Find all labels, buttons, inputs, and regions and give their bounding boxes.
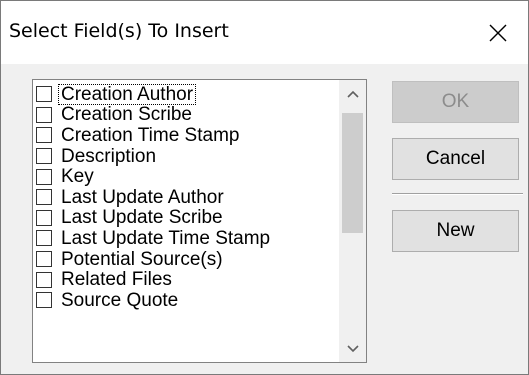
list-item[interactable]: Last Update Time Stamp — [33, 228, 338, 249]
list-item[interactable]: Related Files — [33, 269, 338, 290]
list-item[interactable]: Description — [33, 146, 338, 167]
field-listbox[interactable]: Creation Author Creation Scribe Creation… — [32, 79, 367, 363]
ok-button[interactable]: OK — [392, 81, 519, 123]
checkbox[interactable] — [36, 106, 52, 123]
list-item[interactable]: Creation Time Stamp — [33, 125, 338, 146]
chevron-up-icon — [346, 85, 359, 103]
list-item[interactable]: Creation Author — [33, 83, 338, 105]
checkbox[interactable] — [36, 292, 52, 309]
checkbox[interactable] — [36, 86, 52, 103]
list-item-label: Related Files — [61, 269, 172, 291]
checkbox[interactable] — [36, 168, 52, 185]
checkbox[interactable] — [36, 230, 52, 247]
close-button[interactable] — [468, 1, 528, 64]
title-bar: Select Field(s) To Insert — [1, 1, 528, 64]
list-item-label: Creation Scribe — [61, 104, 192, 126]
list-item[interactable]: Last Update Author — [33, 187, 338, 208]
scroll-down-button[interactable] — [339, 335, 366, 362]
field-list: Creation Author Creation Scribe Creation… — [33, 83, 338, 311]
list-item-label: Source Quote — [61, 289, 179, 311]
dialog-title: Select Field(s) To Insert — [9, 20, 229, 42]
list-item-label: Creation Time Stamp — [61, 124, 240, 146]
list-item-label: Key — [61, 166, 94, 188]
list-item-label: Potential Source(s) — [61, 248, 223, 270]
button-separator — [392, 193, 523, 195]
close-icon — [489, 24, 507, 42]
vertical-scrollbar[interactable] — [339, 80, 366, 362]
list-item-label: Last Update Time Stamp — [61, 227, 271, 249]
list-item-label: Last Update Author — [61, 186, 224, 208]
checkbox[interactable] — [36, 251, 52, 268]
cancel-button[interactable]: Cancel — [392, 138, 519, 180]
chevron-down-icon — [346, 340, 359, 358]
checkbox[interactable] — [36, 271, 52, 288]
list-item[interactable]: Creation Scribe — [33, 105, 338, 126]
list-item[interactable]: Potential Source(s) — [33, 249, 338, 270]
new-button[interactable]: New — [392, 210, 519, 252]
select-fields-dialog: Select Field(s) To Insert Creation Autho… — [0, 0, 529, 375]
list-item[interactable]: Source Quote — [33, 290, 338, 311]
list-item[interactable]: Last Update Scribe — [33, 208, 338, 229]
list-item-label: Description — [61, 145, 157, 167]
checkbox[interactable] — [36, 209, 52, 226]
list-item[interactable]: Key — [33, 166, 338, 187]
checkbox[interactable] — [36, 148, 52, 165]
list-item-label: Last Update Scribe — [61, 207, 223, 229]
list-item-label: Creation Author — [57, 83, 197, 105]
checkbox[interactable] — [36, 127, 52, 144]
checkbox[interactable] — [36, 189, 52, 206]
scroll-thumb[interactable] — [342, 113, 363, 233]
scroll-up-button[interactable] — [339, 80, 366, 107]
